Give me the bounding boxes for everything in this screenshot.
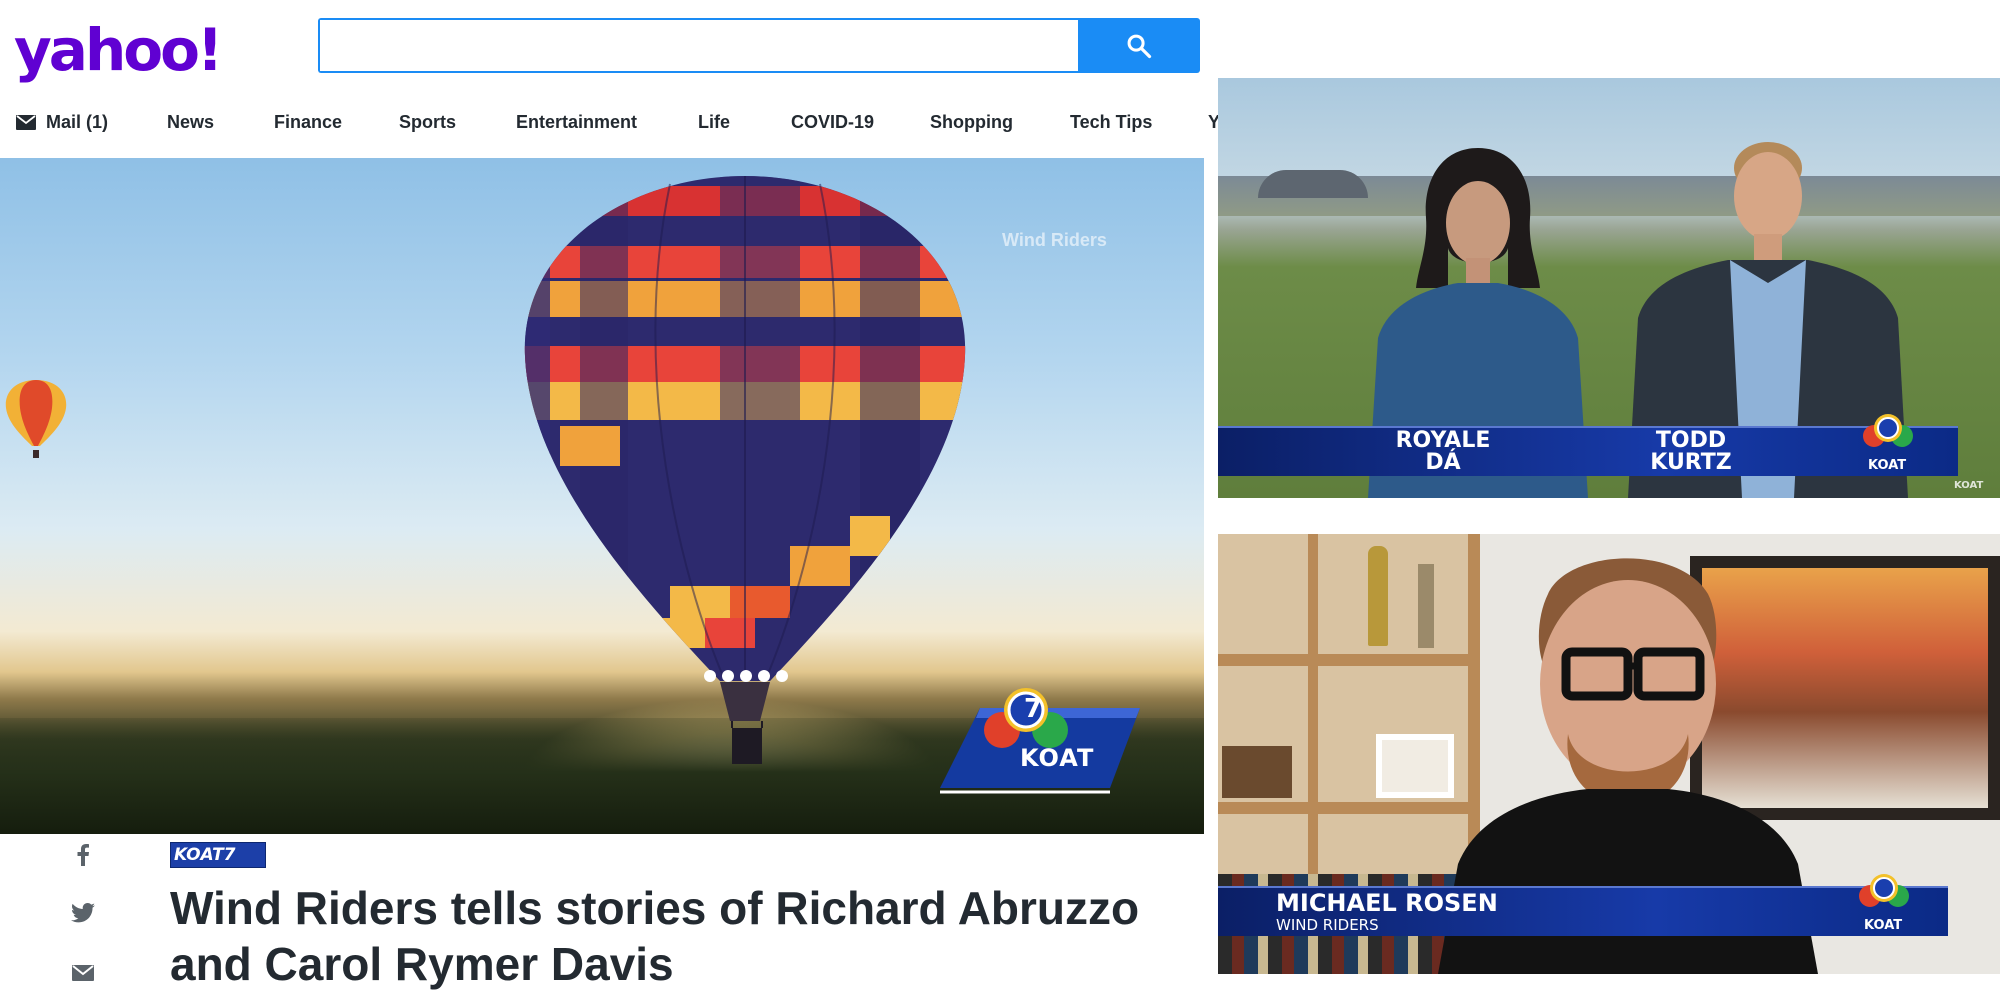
koat-mini-text: KOAT: [1868, 458, 1907, 473]
share-facebook[interactable]: [70, 842, 96, 868]
search-button[interactable]: [1078, 18, 1200, 73]
facebook-icon: [77, 844, 89, 866]
nav-item-more[interactable]: Y: [1208, 104, 1218, 140]
share-twitter[interactable]: [70, 900, 96, 926]
koat-logo-text: KOAT: [1020, 744, 1095, 772]
share-mail[interactable]: [70, 960, 96, 986]
koat-mini-text: KOAT: [1864, 918, 1903, 933]
koat-seven: 7: [1024, 694, 1044, 724]
corner-mark: KOAT: [1954, 480, 1984, 491]
name-todd: TODD KURTZ: [1626, 430, 1756, 474]
nav-item-shopping[interactable]: Shopping: [930, 104, 1013, 140]
search-input[interactable]: [320, 20, 1078, 71]
name-todd-line2: KURTZ: [1650, 450, 1732, 475]
nav-item-sports[interactable]: Sports: [399, 104, 456, 140]
name-royale: ROYALE DÁ: [1378, 430, 1508, 474]
mail-icon: [72, 965, 94, 981]
nav-item-entertainment[interactable]: Entertainment: [516, 104, 637, 140]
mail-icon: [16, 114, 36, 130]
video-frame-anchors[interactable]: ROYALE DÁ TODD KURTZ KOAT KOAT: [1218, 78, 2000, 498]
search-box[interactable]: [318, 18, 1078, 73]
nav-item-news[interactable]: News: [167, 104, 214, 140]
name-royale-line2: DÁ: [1425, 450, 1461, 475]
source-logo-text: KOAT7: [174, 845, 236, 865]
nav-item-covid-19[interactable]: COVID-19: [791, 104, 874, 140]
hero-video[interactable]: Wind Riders: [0, 158, 1204, 834]
interview-subtitle: WIND RIDERS: [1276, 916, 1379, 934]
search-icon: [1127, 34, 1152, 58]
nav-item-life[interactable]: Life: [698, 104, 730, 140]
interview-name: MICHAEL ROSEN: [1276, 889, 1498, 917]
twitter-icon: [71, 903, 95, 923]
top-nav: Mail (1) News Finance Sports Entertainme…: [0, 104, 1218, 140]
lower-third-anchors: [1218, 426, 1958, 476]
article-headline: Wind Riders tells stories of Richard Abr…: [170, 882, 1140, 990]
trophy: [1368, 546, 1388, 646]
source-logo[interactable]: KOAT7: [170, 842, 266, 868]
name-royale-line1: ROYALE: [1395, 428, 1491, 453]
name-todd-line1: TODD: [1655, 428, 1727, 453]
nav-item-mail[interactable]: Mail (1): [16, 104, 108, 140]
nav-item-finance[interactable]: Finance: [274, 104, 342, 140]
nav-item-tech-tips[interactable]: Tech Tips: [1070, 104, 1152, 140]
mail-label: Mail (1): [46, 112, 109, 132]
video-frame-interview[interactable]: MICHAEL ROSEN WIND RIDERS KOAT: [1218, 534, 2000, 974]
yahoo-logo[interactable]: yahoo!: [14, 10, 223, 90]
picture-frame: [1222, 746, 1292, 798]
distant-balloon: [5, 380, 67, 458]
hot-air-balloon: [524, 176, 966, 764]
video-watermark: Wind Riders: [1002, 230, 1107, 250]
